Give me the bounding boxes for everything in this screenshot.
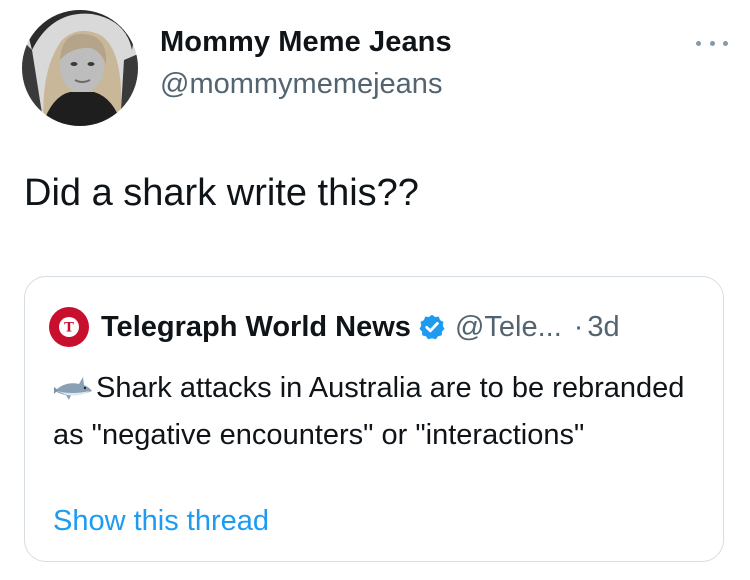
quoted-tweet-body: Shark attacks in Australia are to be reb… <box>53 365 693 459</box>
avatar[interactable] <box>22 10 138 126</box>
quoted-tweet-card[interactable]: T Telegraph World News @Tele... · 3d Sha… <box>24 276 724 562</box>
more-dot <box>696 40 701 46</box>
separator-dot: · <box>573 310 584 343</box>
author-handle[interactable]: @mommymemejeans <box>160 68 442 101</box>
tweet-text: Did a shark write this?? <box>24 172 419 214</box>
verified-badge-icon <box>419 314 445 340</box>
tweet: Mommy Meme Jeans @mommymemejeans Did a s… <box>0 0 750 580</box>
quoted-tweet-text: Shark attacks in Australia are to be reb… <box>53 372 685 451</box>
telegraph-logo-icon[interactable]: T <box>49 307 89 347</box>
svg-text:T: T <box>64 321 74 336</box>
more-options-icon[interactable] <box>696 38 728 48</box>
quoted-handle[interactable]: @Tele... <box>455 311 562 344</box>
avatar-photo <box>22 10 138 126</box>
quoted-timestamp[interactable]: 3d <box>587 311 619 344</box>
telegraph-logo-glyph: T <box>59 317 79 337</box>
show-thread-link[interactable]: Show this thread <box>53 505 269 538</box>
author-display-name[interactable]: Mommy Meme Jeans <box>160 26 452 59</box>
more-dot <box>709 40 715 46</box>
more-dot <box>723 40 728 46</box>
quoted-tweet-header: T Telegraph World News @Tele... · 3d <box>49 305 620 349</box>
quoted-display-name[interactable]: Telegraph World News <box>101 311 411 344</box>
shark-emoji-icon <box>54 377 92 400</box>
